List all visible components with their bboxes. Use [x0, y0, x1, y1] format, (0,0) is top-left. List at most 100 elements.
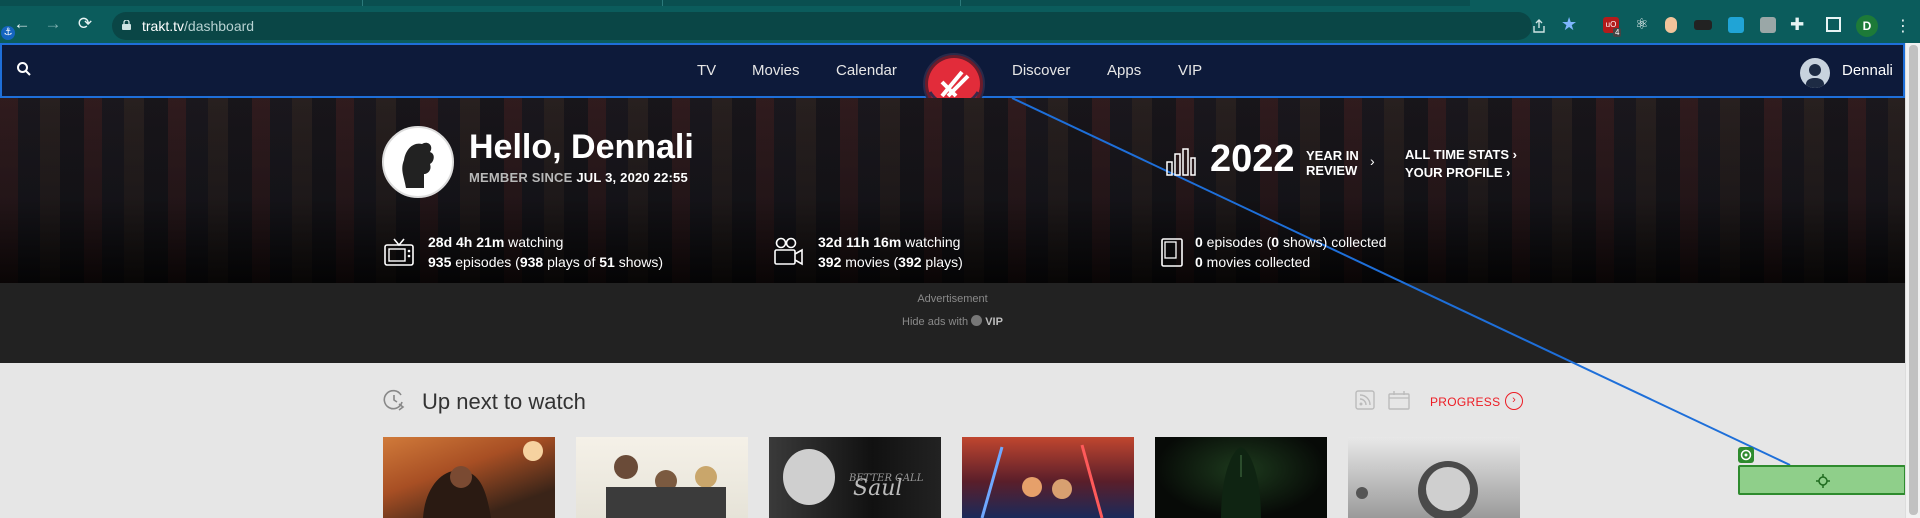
movies-suffix: movies ( — [841, 254, 899, 270]
tv-icon — [384, 238, 414, 266]
collected-shows-suffix: shows) collected — [1279, 234, 1387, 250]
chevron-right-icon: › — [1370, 153, 1375, 169]
collected-episodes: 0 — [1195, 234, 1203, 250]
nav-calendar[interactable]: Calendar — [836, 62, 897, 79]
url-path: /dashboard — [184, 18, 255, 34]
your-profile-label: YOUR PROFILE — [1405, 165, 1503, 180]
your-profile-link[interactable]: YOUR PROFILE › — [1405, 164, 1517, 182]
site-navbar: TV Movies Calendar Discover Apps VIP Den… — [0, 43, 1905, 115]
target-handle-icon[interactable] — [1738, 447, 1754, 463]
nav-vip[interactable]: VIP — [1178, 62, 1202, 79]
nav-apps[interactable]: Apps — [1107, 62, 1141, 79]
movie-count: 392 — [818, 254, 842, 270]
collected-movies-suffix: movies collected — [1202, 254, 1311, 270]
forward-arrow-icon[interactable]: → — [44, 15, 62, 33]
bookmark-star-icon[interactable]: ★ — [1561, 14, 1577, 35]
username-link[interactable]: Dennali — [1842, 62, 1893, 79]
dashboard-hero: Hello, Dennali MEMBER SINCE JUL 3, 2020 … — [0, 98, 1905, 283]
up-next-heading: Up next to watch — [422, 389, 586, 414]
lock-icon — [122, 20, 131, 30]
profile-links: ALL TIME STATS › YOUR PROFILE › — [1405, 146, 1517, 182]
year-in-review-year[interactable]: 2022 — [1210, 138, 1295, 181]
hide-ads-prefix: Hide ads with — [902, 316, 969, 328]
page-scrollbar[interactable] — [1905, 43, 1920, 518]
extension-icon-5[interactable] — [1728, 17, 1744, 33]
nav-tv[interactable]: TV — [697, 62, 716, 79]
nav-movies[interactable]: Movies — [752, 62, 800, 79]
collection-icon — [1161, 238, 1183, 267]
collected-shows: 0 — [1271, 234, 1280, 250]
sidebar-toggle-icon[interactable] — [1826, 17, 1841, 32]
extension-icon-3[interactable] — [1665, 17, 1677, 33]
extension-icon-4[interactable] — [1694, 20, 1712, 30]
tab-strip[interactable] — [0, 0, 1470, 6]
profile-avatar[interactable]: D — [1856, 15, 1878, 37]
progress-link[interactable]: PROGRESS — [1430, 395, 1500, 409]
chevron-right-circle-icon[interactable]: › — [1505, 392, 1523, 410]
clock-icon — [383, 389, 405, 411]
user-avatar[interactable] — [1800, 58, 1830, 88]
ad-label: Advertisement — [917, 293, 988, 305]
extension-icon-6[interactable] — [1760, 17, 1776, 33]
movie-stats: 32d 11h 16m watching 392 movies (392 pla… — [818, 232, 963, 272]
movie-camera-icon — [774, 237, 803, 266]
movie-watch-time-suffix: watching — [901, 234, 961, 250]
yir-line1: YEAR IN — [1306, 148, 1359, 163]
poster-2[interactable] — [576, 437, 748, 518]
main-content: Up next to watch PROGRESS › Saul BETTER C… — [0, 363, 1905, 518]
year-in-review-link[interactable]: YEAR IN REVIEW — [1306, 148, 1359, 178]
collected-episodes-suffix: episodes ( — [1202, 234, 1272, 250]
hide-ads-link[interactable]: Hide ads with VIP — [0, 315, 1905, 328]
poster-1[interactable] — [383, 437, 555, 518]
all-time-stats-label: ALL TIME STATS — [1405, 147, 1509, 162]
advertisement-area: Advertisement Hide ads with VIP — [0, 283, 1905, 363]
extension-badge: 4 — [1613, 28, 1622, 37]
drop-target-box[interactable] — [1738, 465, 1906, 495]
movie-watch-time: 32d 11h 16m — [818, 234, 902, 250]
member-since: MEMBER SINCE JUL 3, 2020 22:55 — [469, 170, 688, 185]
yir-line2: REVIEW — [1306, 163, 1358, 178]
profile-avatar-large[interactable] — [382, 126, 454, 198]
movie-plays-suffix: plays) — [921, 254, 963, 270]
tv-shows-suffix: shows) — [614, 254, 664, 270]
address-bar[interactable] — [112, 12, 1532, 40]
search-icon[interactable] — [16, 61, 32, 77]
tv-episodes-suffix: episodes ( — [451, 254, 520, 270]
greeting-heading: Hello, Dennali — [469, 128, 694, 166]
browser-toolbar: ⚓ ← → ⟳ trakt.tv/dashboard ★ uO 4 ⚛ ✚ D … — [0, 0, 1920, 43]
url-host: trakt.tv — [142, 18, 185, 34]
member-since-date: JUL 3, 2020 22:55 — [576, 170, 688, 185]
bar-chart-icon — [1166, 148, 1196, 176]
menu-kebab-icon[interactable]: ⋮ — [1895, 16, 1911, 36]
poster-5[interactable] — [1155, 437, 1327, 518]
rss-icon[interactable] — [1355, 390, 1375, 410]
collected-movies: 0 — [1195, 254, 1203, 270]
scrollbar-thumb[interactable] — [1909, 45, 1918, 515]
poster-3[interactable]: Saul BETTER CALL — [769, 437, 941, 518]
share-icon[interactable] — [1531, 18, 1547, 34]
react-icon[interactable]: ⚛ — [1635, 17, 1651, 33]
tv-play-count: 938 — [519, 254, 544, 270]
poster-6[interactable] — [1348, 437, 1520, 518]
tv-watch-time: 28d 4h 21m — [428, 234, 505, 250]
crosshair-icon — [1816, 474, 1830, 488]
collection-stats: 0 episodes (0 shows) collected 0 movies … — [1195, 232, 1386, 272]
all-time-stats-link[interactable]: ALL TIME STATS › — [1405, 146, 1517, 164]
tv-stats: 28d 4h 21m watching 935 episodes (938 pl… — [428, 232, 663, 272]
back-arrow-icon[interactable]: ← — [13, 15, 31, 33]
reload-icon[interactable]: ⟳ — [76, 15, 94, 33]
url-text[interactable]: trakt.tv/dashboard — [142, 18, 254, 34]
movie-play-count: 392 — [898, 254, 922, 270]
hide-ads-vip: VIP — [985, 316, 1003, 328]
puzzle-icon[interactable]: ✚ — [1790, 15, 1804, 35]
calendar-icon[interactable] — [1388, 390, 1410, 410]
member-since-label: MEMBER SINCE — [469, 170, 573, 185]
tv-plays-suffix: plays of — [543, 254, 600, 270]
vip-badge-icon — [971, 315, 983, 326]
tv-watch-time-suffix: watching — [504, 234, 564, 250]
tv-show-count: 51 — [599, 254, 615, 270]
svg-text:BETTER CALL: BETTER CALL — [848, 473, 924, 484]
tv-episode-count: 935 — [428, 254, 452, 270]
nav-discover[interactable]: Discover — [1012, 62, 1070, 79]
poster-4[interactable] — [962, 437, 1134, 518]
